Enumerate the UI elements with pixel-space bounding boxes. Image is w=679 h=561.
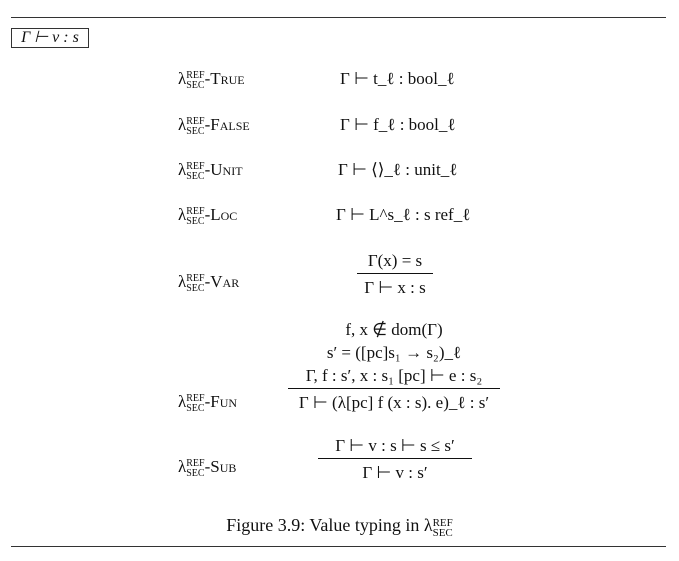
inference-var: Γ(x) = s Γ ⊢ x : s	[357, 249, 433, 299]
premise-var: Γ(x) = s	[367, 251, 423, 270]
inference-line	[288, 388, 500, 389]
rule-name-sub: λ REF SEC -Sub	[178, 457, 237, 479]
rule-name-unit: λ REF SEC -Unit	[178, 160, 243, 182]
conclusion-var: Γ ⊢ x : s	[364, 278, 426, 297]
top-rule	[11, 17, 666, 18]
inference-fun: f, x ∉ dom(Γ) s′ = ([pc]s₁ → s₂)_ℓ Γ, f …	[288, 318, 500, 414]
premise-sub: Γ ⊢ v : s ⊢ s ≤ s′	[335, 436, 455, 455]
conclusion-loc: Γ ⊢ L^s_ℓ : s ref_ℓ	[336, 205, 471, 224]
conclusion-unit: Γ ⊢ ⟨⟩_ℓ : unit_ℓ	[338, 160, 458, 179]
rule-name-loc: λ REF SEC -Loc	[178, 205, 238, 227]
conclusion-fun: Γ ⊢ (λ[pc] f (x : s). e)_ℓ : s′	[298, 393, 490, 412]
rule-name-var: λ REF SEC -Var	[178, 272, 240, 294]
inference-line	[318, 458, 472, 459]
premise-fun-3: Γ, f : s′, x : s₁ [pc] ⊢ e : s₂	[305, 366, 483, 385]
bottom-rule	[11, 546, 666, 547]
rule-name-fun: λ REF SEC -Fun	[178, 392, 238, 414]
figure-caption: Figure 3.9: Value typing in λ REF SEC	[226, 515, 453, 539]
rule-name-false: λ REF SEC -False	[178, 115, 250, 137]
inference-line	[357, 273, 433, 274]
conclusion-sub: Γ ⊢ v : s′	[362, 463, 428, 482]
premise-fun-1: f, x ∉ dom(Γ)	[345, 320, 443, 339]
conclusion-true: Γ ⊢ t_ℓ : bool_ℓ	[340, 69, 455, 88]
inference-sub: Γ ⊢ v : s ⊢ s ≤ s′ Γ ⊢ v : s′	[318, 434, 472, 484]
conclusion-false: Γ ⊢ f_ℓ : bool_ℓ	[340, 115, 456, 134]
premise-fun-2: s′ = ([pc]s₁ → s₂)_ℓ	[326, 343, 462, 362]
judgment-form: Γ ⊢ v : s	[21, 29, 79, 46]
rule-name-true: λ REF SEC -True	[178, 69, 245, 91]
judgment-form-box: Γ ⊢ v : s	[11, 28, 89, 48]
